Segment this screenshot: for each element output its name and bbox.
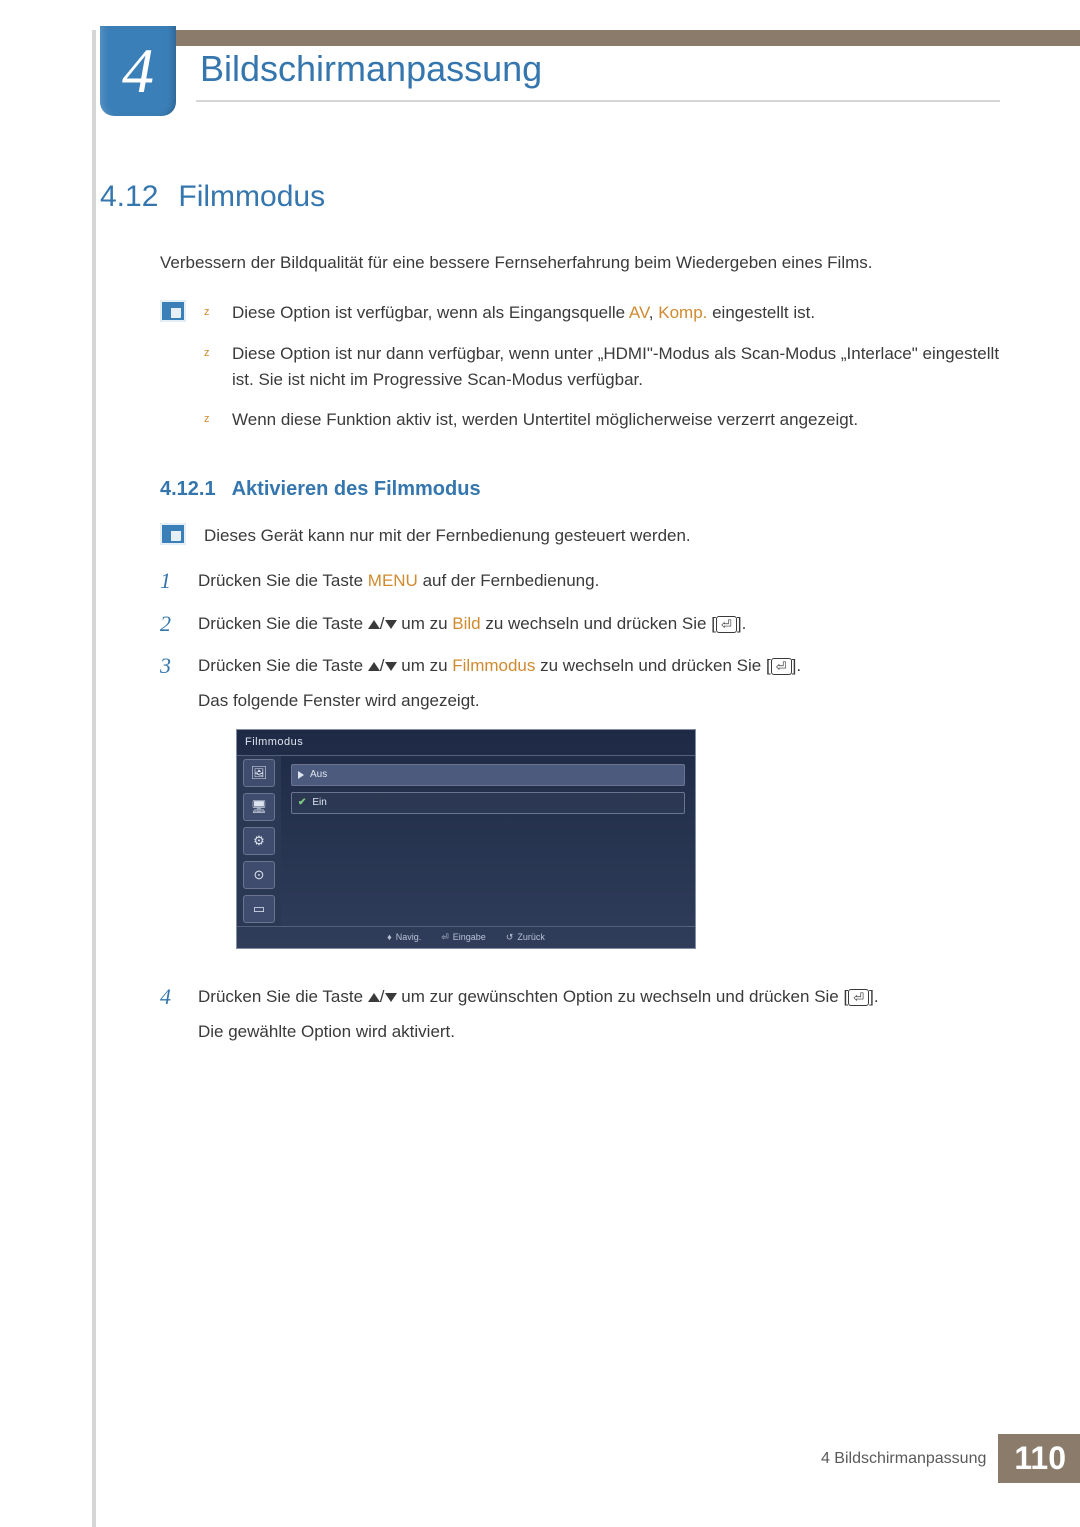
osd-screenshot: Filmmodus 🖼 🖥 ⚙ ⊙ ▭ Aus ✔ Ein — [236, 729, 696, 949]
section-intro: Verbessern der Bildqualität für eine bes… — [160, 250, 1000, 276]
osd-hint-enter: Eingabe — [441, 930, 486, 944]
text: um zur gewünschten Option zu wechseln un… — [397, 987, 849, 1006]
header-bar — [100, 30, 1080, 46]
step-number: 2 — [160, 610, 180, 639]
down-arrow-icon — [385, 662, 397, 671]
note-icon — [160, 523, 186, 545]
osd-hint-return: Zurück — [506, 930, 545, 944]
keyword: Komp. — [658, 303, 707, 322]
remote-note-text: Dieses Gerät kann nur mit der Fernbedien… — [204, 523, 1000, 549]
text: auf der Fernbedienung. — [418, 571, 599, 590]
section-heading: 4.12 Filmmodus — [100, 180, 1000, 214]
up-arrow-icon — [368, 662, 380, 671]
text: , — [649, 303, 658, 322]
enter-icon: ⏎ — [848, 989, 869, 1006]
enter-icon: ⏎ — [771, 658, 792, 675]
step-3: 3 Drücken Sie die Taste / um zu Filmmodu… — [160, 652, 1000, 968]
osd-footer: Navig. Eingabe Zurück — [237, 926, 695, 947]
caret-right-icon — [298, 771, 304, 779]
subsection-title: Aktivieren des Filmmodus — [232, 478, 481, 501]
osd-tab-icon: ⚙ — [243, 827, 275, 855]
up-arrow-icon — [368, 993, 380, 1002]
header-divider — [196, 100, 1000, 102]
keyword: AV — [629, 303, 649, 322]
chapter-title: Bildschirmanpassung — [200, 48, 542, 90]
text: zu wechseln und drücken Sie [ — [481, 614, 716, 633]
down-arrow-icon — [385, 620, 397, 629]
step-1: 1 Drücken Sie die Taste MENU auf der Fer… — [160, 567, 1000, 596]
osd-option-label: Ein — [312, 795, 326, 811]
enter-icon: ⏎ — [716, 616, 737, 633]
page-content: 4.12 Filmmodus Verbessern der Bildqualit… — [100, 180, 1000, 1059]
osd-tab-icon: 🖼 — [243, 759, 275, 787]
subsection-heading: 4.12.1 Aktivieren des Filmmodus — [160, 478, 1000, 501]
note-item: Wenn diese Funktion aktiv ist, werden Un… — [204, 407, 1000, 433]
section-title: Filmmodus — [178, 180, 325, 214]
text: eingestellt ist. — [707, 303, 815, 322]
osd-tab-icon: 🖥 — [243, 793, 275, 821]
note-item: Diese Option ist nur dann verfügbar, wen… — [204, 341, 1000, 394]
chapter-tab: 4 — [100, 26, 176, 116]
step-body: Drücken Sie die Taste / um zu Bild zu we… — [198, 610, 1000, 639]
osd-title: Filmmodus — [237, 730, 695, 757]
step-body: Drücken Sie die Taste / um zur gewünscht… — [198, 983, 1000, 1045]
text: Das folgende Fenster wird angezeigt. — [198, 687, 1000, 714]
text: Drücken Sie die Taste — [198, 571, 368, 590]
remote-note: Dieses Gerät kann nur mit der Fernbedien… — [160, 523, 1000, 549]
step-number: 3 — [160, 652, 180, 968]
osd-sidebar: 🖼 🖥 ⚙ ⊙ ▭ — [237, 756, 281, 926]
section-number: 4.12 — [100, 180, 158, 214]
text: Drücken Sie die Taste — [198, 614, 368, 633]
keyword: MENU — [368, 571, 418, 590]
osd-tab-icon: ⊙ — [243, 861, 275, 889]
text: Die gewählte Option wird aktiviert. — [198, 1018, 1000, 1045]
up-arrow-icon — [368, 620, 380, 629]
page-footer: 4 Bildschirmanpassung 110 — [821, 1434, 1080, 1483]
steps-list: 1 Drücken Sie die Taste MENU auf der Fer… — [160, 567, 1000, 1045]
osd-option-selected: Aus — [291, 764, 685, 786]
osd-options: Aus ✔ Ein — [281, 756, 695, 926]
left-margin-rule — [92, 30, 96, 1527]
step-2: 2 Drücken Sie die Taste / um zu Bild zu … — [160, 610, 1000, 639]
step-number: 1 — [160, 567, 180, 596]
step-number: 4 — [160, 983, 180, 1045]
subsection-number: 4.12.1 — [160, 478, 216, 501]
check-icon: ✔ — [298, 795, 306, 811]
note-item: Diese Option ist verfügbar, wenn als Ein… — [204, 300, 1000, 326]
osd-hint-move: Navig. — [387, 930, 421, 944]
step-body: Drücken Sie die Taste MENU auf der Fernb… — [198, 567, 1000, 596]
footer-page-number: 110 — [998, 1434, 1080, 1483]
keyword: Bild — [452, 614, 480, 633]
text: ]. — [869, 987, 878, 1006]
text: ]. — [737, 614, 746, 633]
step-4: 4 Drücken Sie die Taste / um zur gewünsc… — [160, 983, 1000, 1045]
text: Drücken Sie die Taste — [198, 656, 368, 675]
note-block: Diese Option ist verfügbar, wenn als Ein… — [160, 300, 1000, 447]
osd-option-label: Aus — [310, 767, 327, 783]
osd-body: 🖼 🖥 ⚙ ⊙ ▭ Aus ✔ Ein — [237, 756, 695, 926]
text: um zu — [397, 614, 453, 633]
osd-tab-icon: ▭ — [243, 895, 275, 923]
chapter-number: 4 — [122, 34, 154, 108]
footer-chapter-label: 4 Bildschirmanpassung — [821, 1450, 986, 1468]
step-body: Drücken Sie die Taste / um zu Filmmodus … — [198, 652, 1000, 968]
text: ]. — [792, 656, 801, 675]
down-arrow-icon — [385, 993, 397, 1002]
text: Diese Option ist verfügbar, wenn als Ein… — [232, 303, 629, 322]
text: um zu — [397, 656, 453, 675]
keyword: Filmmodus — [452, 656, 535, 675]
text: zu wechseln und drücken Sie [ — [535, 656, 770, 675]
note-list: Diese Option ist verfügbar, wenn als Ein… — [204, 300, 1000, 447]
text: Drücken Sie die Taste — [198, 987, 368, 1006]
note-icon — [160, 300, 186, 322]
osd-option: ✔ Ein — [291, 792, 685, 814]
